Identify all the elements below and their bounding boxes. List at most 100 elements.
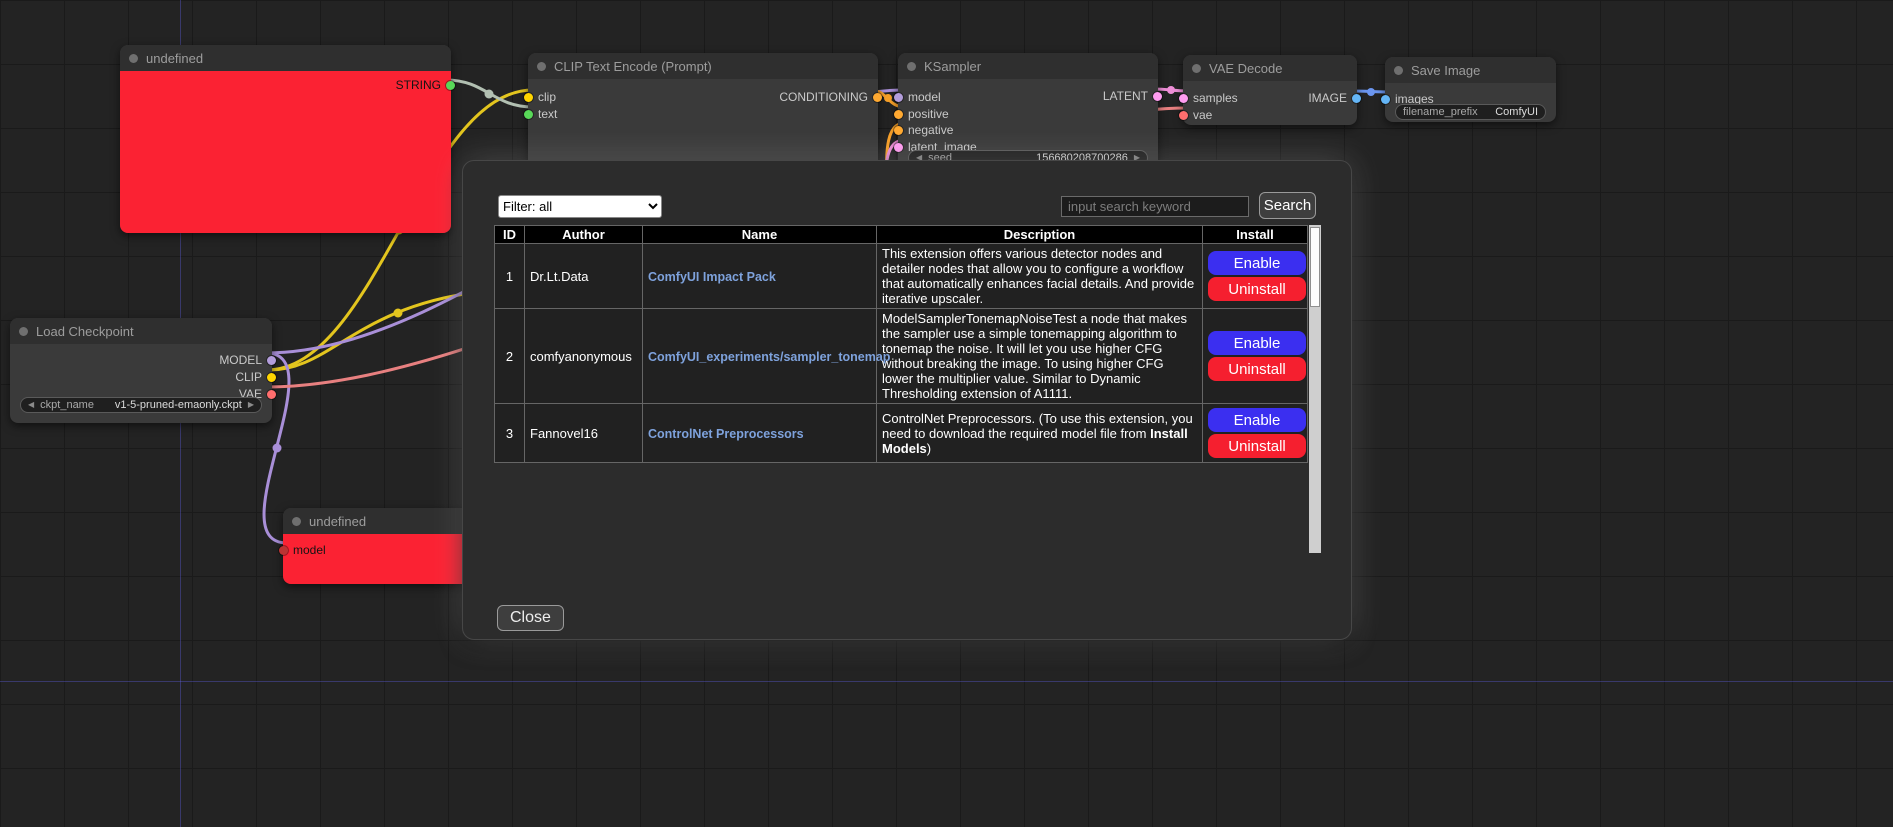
slot-label: negative: [908, 123, 953, 137]
input-slot-dot[interactable]: [1179, 111, 1188, 120]
enable-button[interactable]: Enable: [1208, 331, 1306, 355]
cell-install: Enable Uninstall: [1203, 244, 1308, 309]
node-header[interactable]: Load Checkpoint: [10, 318, 272, 344]
widget-value: ComfyUI: [1495, 106, 1538, 118]
next-icon[interactable]: ▶: [248, 401, 254, 409]
input-slot-dot[interactable]: [524, 110, 533, 119]
search-input[interactable]: [1061, 196, 1249, 217]
input-slot-dot[interactable]: [894, 126, 903, 135]
slot-label: MODEL: [219, 353, 262, 367]
slot-label: IMAGE: [1308, 91, 1347, 105]
widget-label: ckpt_name: [40, 399, 94, 411]
table-scrollbar[interactable]: [1309, 225, 1321, 553]
input-slot-dot[interactable]: [894, 93, 903, 102]
extension-link[interactable]: ComfyUI Impact Pack: [648, 270, 776, 284]
wire-string-midpoint-dot: [485, 90, 494, 99]
node-load-checkpoint[interactable]: Load Checkpoint MODEL CLIP VAE ◀ ckpt_na…: [10, 318, 272, 423]
wire-model-2-midpoint-dot: [273, 444, 282, 453]
cell-description: ModelSamplerTonemapNoiseTest a node that…: [877, 309, 1203, 404]
node-header[interactable]: KSampler: [898, 53, 1158, 79]
node-title: Load Checkpoint: [36, 324, 134, 339]
slot-label: positive: [908, 107, 949, 121]
input-slot-samples: samples: [1179, 91, 1238, 105]
output-slot-dot[interactable]: [1352, 94, 1361, 103]
input-slot-text: text: [524, 107, 557, 121]
cell-description: This extension offers various detector n…: [877, 244, 1203, 309]
cell-description: ControlNet Preprocessors. (To use this e…: [877, 404, 1203, 463]
cell-id: 1: [495, 244, 525, 309]
slot-label: clip: [538, 90, 556, 104]
col-header-name: Name: [643, 226, 877, 244]
table-row: 1 Dr.Lt.Data ComfyUI Impact Pack This ex…: [495, 244, 1308, 309]
table-row: 3 Fannovel16 ControlNet Preprocessors Co…: [495, 404, 1308, 463]
search-button[interactable]: Search: [1259, 192, 1316, 219]
node-ksampler[interactable]: KSampler model positive negative latent_…: [898, 53, 1158, 173]
node-status-icon: [537, 62, 546, 71]
output-slot-dot[interactable]: [1153, 92, 1162, 101]
output-slot-dot[interactable]: [267, 356, 276, 365]
cell-author: comfyanonymous: [525, 309, 643, 404]
cell-install: Enable Uninstall: [1203, 404, 1308, 463]
uninstall-button[interactable]: Uninstall: [1208, 434, 1306, 458]
node-title: CLIP Text Encode (Prompt): [554, 59, 712, 74]
filename-prefix-widget[interactable]: filename_prefix ComfyUI: [1395, 104, 1546, 120]
slot-label: text: [538, 107, 557, 121]
close-button[interactable]: Close: [497, 605, 564, 631]
node-status-icon: [129, 54, 138, 63]
node-header[interactable]: VAE Decode: [1183, 55, 1357, 81]
filter-select[interactable]: Filter: all: [498, 195, 662, 218]
input-slot-dot[interactable]: [1381, 95, 1390, 104]
node-header[interactable]: undefined: [120, 45, 451, 71]
slot-label: CONDITIONING: [779, 90, 868, 104]
input-slot-model: model: [894, 90, 941, 104]
extension-link[interactable]: ComfyUI_experiments/sampler_tonemap: [648, 350, 890, 364]
wire-conditioning-midpoint-dot: [884, 94, 892, 102]
node-status-icon: [1394, 66, 1403, 75]
node-body: STRING: [120, 71, 451, 233]
input-slot-dot[interactable]: [894, 110, 903, 119]
ckpt-name-widget[interactable]: ◀ ckpt_name v1-5-pruned-emaonly.ckpt ▶: [20, 397, 262, 413]
cell-author: Dr.Lt.Data: [525, 244, 643, 309]
node-header[interactable]: CLIP Text Encode (Prompt): [528, 53, 878, 79]
output-slot-dot[interactable]: [446, 81, 455, 90]
slot-label: LATENT: [1103, 89, 1148, 103]
cell-install: Enable Uninstall: [1203, 309, 1308, 404]
node-save-image[interactable]: Save Image images filename_prefix ComfyU…: [1385, 57, 1556, 122]
cell-id: 3: [495, 404, 525, 463]
node-header[interactable]: Save Image: [1385, 57, 1556, 83]
output-slot-dot[interactable]: [267, 390, 276, 399]
node-status-icon: [19, 327, 28, 336]
enable-button[interactable]: Enable: [1208, 251, 1306, 275]
wire-latent-midpoint-dot: [1167, 86, 1175, 94]
input-slot-clip: clip: [524, 90, 556, 104]
output-slot-string: STRING: [396, 78, 455, 92]
table-header-row: ID Author Name Description Install: [495, 226, 1308, 244]
node-undefined-top[interactable]: undefined STRING: [120, 45, 451, 233]
input-slot-dot[interactable]: [524, 93, 533, 102]
node-title: KSampler: [924, 59, 981, 74]
slot-label: samples: [1193, 91, 1238, 105]
node-status-icon: [1192, 64, 1201, 73]
slot-label: STRING: [396, 78, 441, 92]
output-slot-dot[interactable]: [873, 93, 882, 102]
table-row: 2 comfyanonymous ComfyUI_experiments/sam…: [495, 309, 1308, 404]
output-slot-latent: LATENT: [1103, 89, 1162, 103]
node-body: samples vae IMAGE: [1183, 81, 1357, 125]
scrollbar-thumb[interactable]: [1310, 227, 1320, 307]
wire-image-midpoint-dot: [1367, 88, 1375, 96]
widget-value: v1-5-pruned-emaonly.ckpt: [115, 399, 242, 411]
cell-id: 2: [495, 309, 525, 404]
input-slot-dot[interactable]: [279, 546, 288, 555]
output-slot-dot[interactable]: [267, 373, 276, 382]
uninstall-button[interactable]: Uninstall: [1208, 277, 1306, 301]
extension-link[interactable]: ControlNet Preprocessors: [648, 427, 804, 441]
input-slot-dot[interactable]: [894, 143, 903, 152]
enable-button[interactable]: Enable: [1208, 408, 1306, 432]
uninstall-button[interactable]: Uninstall: [1208, 357, 1306, 381]
prev-icon[interactable]: ◀: [28, 401, 34, 409]
input-slot-dot[interactable]: [1179, 94, 1188, 103]
col-header-author: Author: [525, 226, 643, 244]
wire-clip-2: [266, 292, 478, 370]
node-vae-decode[interactable]: VAE Decode samples vae IMAGE: [1183, 55, 1357, 125]
input-slot-model: model: [279, 543, 326, 557]
